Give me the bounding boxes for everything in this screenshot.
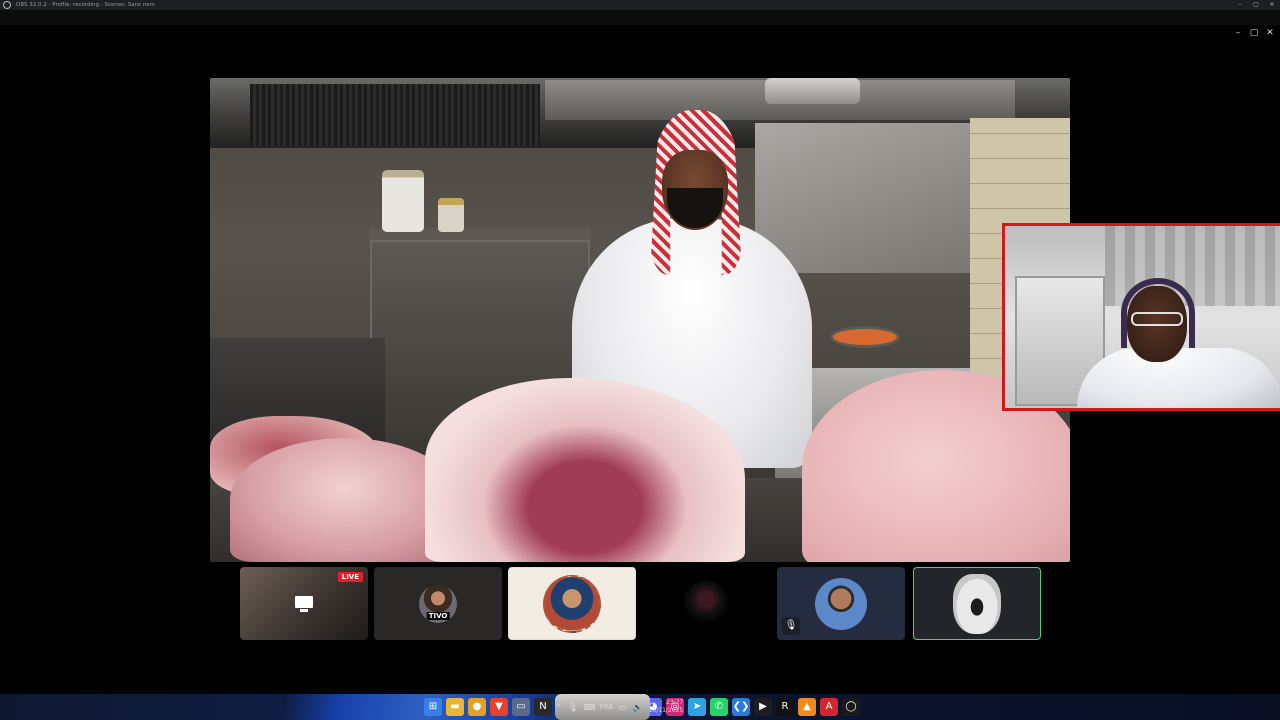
steel-panel <box>755 123 1000 273</box>
acrobat-icon[interactable]: A <box>820 698 838 716</box>
main-video-feed[interactable] <box>210 78 1070 562</box>
clock-time: 23:27 <box>665 699 684 706</box>
avatar <box>683 580 729 627</box>
window-controls: – ▢ ✕ <box>1232 0 1280 10</box>
glasses-icon <box>1131 312 1183 326</box>
participant-tile-tivo[interactable]: TIVO <box>374 567 502 640</box>
chrome-icon[interactable]: ● <box>468 698 486 716</box>
vscode-icon[interactable]: ❮❯ <box>732 698 750 716</box>
webcam-overlay[interactable] <box>1002 223 1280 411</box>
avatar <box>815 577 867 630</box>
obs-icon <box>3 1 11 9</box>
clock[interactable]: 23:27 15/11/2025 <box>649 699 684 715</box>
steel-tray <box>765 78 860 104</box>
brave-icon[interactable]: ▼ <box>490 698 508 716</box>
meeting-maximize-button[interactable]: ▢ <box>1246 28 1262 38</box>
clock-date: 15/11/2025 <box>648 707 684 714</box>
meeting-minimize-button[interactable]: – <box>1230 28 1246 38</box>
minimize-button[interactable]: – <box>1232 0 1248 10</box>
hood-vent <box>250 84 540 146</box>
app-icon[interactable]: R <box>776 698 794 716</box>
maximize-button[interactable]: ▢ <box>1248 0 1264 10</box>
whatsapp-icon[interactable]: ✆ <box>710 698 728 716</box>
avatar: TIVO <box>419 584 457 623</box>
microphone-icon[interactable]: 🎙 <box>568 703 578 712</box>
jar <box>438 198 464 232</box>
volume-icon[interactable]: 🔊 <box>633 703 643 712</box>
vlc-icon[interactable]: ▲ <box>798 698 816 716</box>
meeting-close-button[interactable]: ✕ <box>1262 28 1278 38</box>
tray-overflow-icon[interactable]: ^ <box>555 703 562 712</box>
screen: OBS 32.0.2 - Profile: recording - Scenes… <box>0 0 1280 720</box>
start-icon[interactable]: ⊞ <box>424 698 442 716</box>
participant-tile-blue[interactable]: 🎙 <box>777 567 905 640</box>
monitor-icon <box>294 595 314 612</box>
skull-avatar <box>953 573 1001 634</box>
folder-icon[interactable]: ▬ <box>446 698 464 716</box>
windows-taskbar: ⊞▬●▼▭N▯◉◐E◕◎➤✆❮❯▶R▲A◯ ^ 🎙 ⌨ FRA ▭ 🔊 23:2… <box>0 694 1280 720</box>
cooking-pan <box>830 326 900 348</box>
keyboard-icon[interactable]: ⌨ <box>584 703 596 712</box>
avatar-label: TIVO <box>426 611 450 620</box>
obs-title-bar: OBS 32.0.2 - Profile: recording - Scenes… <box>0 0 1280 10</box>
muted-mic-icon: 🎙 <box>782 617 800 635</box>
jar <box>382 170 424 232</box>
live-badge: LIVE <box>337 572 363 582</box>
participant-tile-active-speaker[interactable] <box>913 567 1041 640</box>
participant-tile-screen-share[interactable]: LIVE <box>240 567 368 640</box>
obs-icon[interactable]: ◯ <box>842 698 860 716</box>
close-button[interactable]: ✕ <box>1264 0 1280 10</box>
terminal-icon[interactable]: ▶ <box>754 698 772 716</box>
streamer-shirt <box>1077 348 1280 408</box>
window-title: OBS 32.0.2 - Profile: recording - Scenes… <box>16 2 155 8</box>
system-tray: ^ 🎙 ⌨ FRA ▭ 🔊 23:27 15/11/2025 <box>555 694 683 720</box>
app-header-strip: – ▢ ✕ <box>0 10 1280 38</box>
meeting-window-controls: – ▢ ✕ <box>1230 20 1280 38</box>
participant-tile-dark[interactable] <box>642 567 770 640</box>
avatar <box>543 574 601 633</box>
participant-tile-cream[interactable] <box>508 567 636 640</box>
language-indicator[interactable]: FRA <box>600 703 613 711</box>
telegram-icon[interactable]: ➤ <box>688 698 706 716</box>
monitor-icon[interactable]: ▭ <box>512 698 530 716</box>
notion-icon[interactable]: N <box>534 698 552 716</box>
display-icon[interactable]: ▭ <box>619 703 627 712</box>
